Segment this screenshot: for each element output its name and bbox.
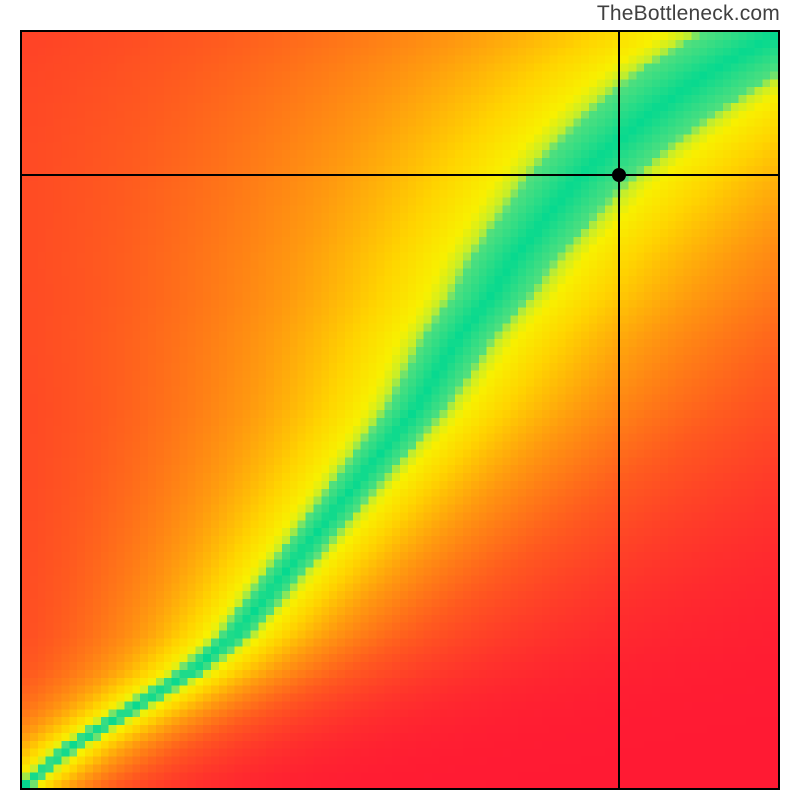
chart-container: TheBottleneck.com xyxy=(0,0,800,800)
watermark-text: TheBottleneck.com xyxy=(597,2,780,26)
crosshair-marker xyxy=(612,168,626,182)
crosshair-vertical xyxy=(618,32,620,788)
heatmap-canvas xyxy=(22,32,778,788)
heatmap-plot xyxy=(20,30,780,790)
crosshair-horizontal xyxy=(22,174,778,176)
